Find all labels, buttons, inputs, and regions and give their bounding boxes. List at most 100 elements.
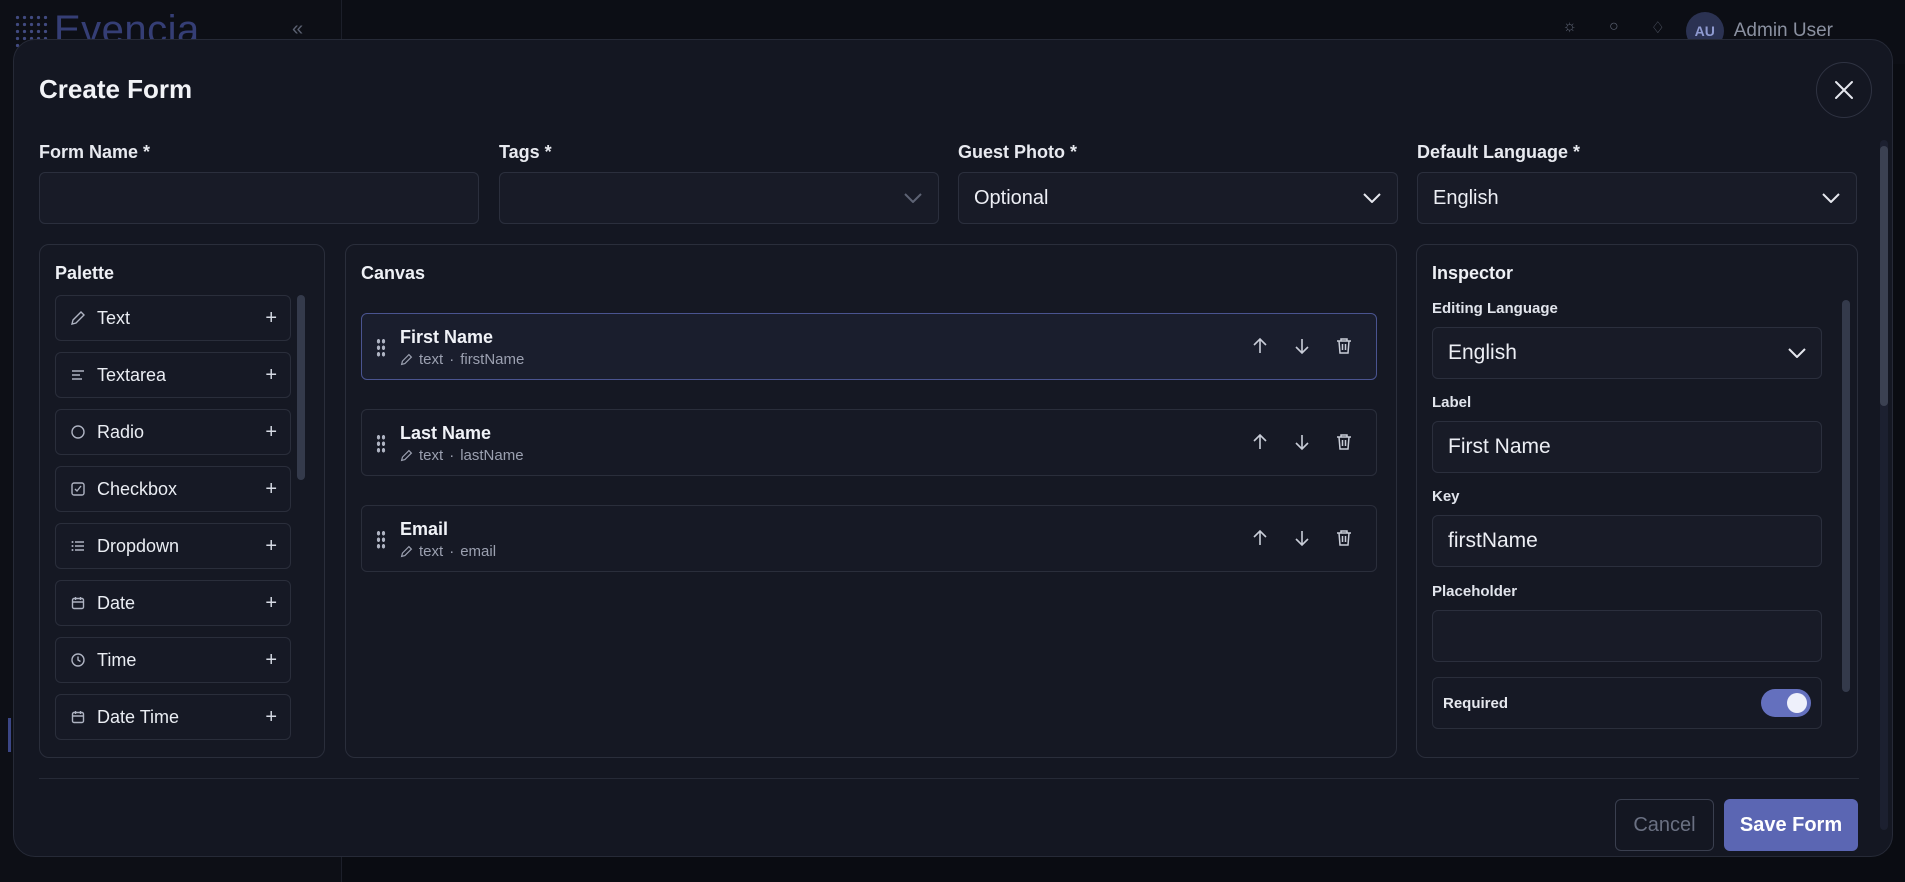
calendar-icon xyxy=(69,708,87,726)
row-key: email xyxy=(460,543,497,560)
row-actions xyxy=(1250,336,1354,356)
move-down-icon[interactable] xyxy=(1292,432,1312,452)
canvas-row-first-name[interactable]: First Name text · firstName xyxy=(361,313,1377,380)
palette-item-label: Date xyxy=(97,592,136,613)
close-button[interactable] xyxy=(1816,62,1872,118)
plus-icon[interactable]: + xyxy=(265,649,277,672)
palette-item-checkbox[interactable]: Checkbox + xyxy=(55,466,291,512)
canvas-title: Canvas xyxy=(361,263,426,283)
checkbox-icon xyxy=(69,480,87,498)
label-input[interactable]: First Name xyxy=(1432,421,1822,473)
footer-divider xyxy=(39,778,1859,779)
palette-item-label: Checkbox xyxy=(97,478,178,499)
move-down-icon[interactable] xyxy=(1292,336,1312,356)
guest-photo-value: Optional xyxy=(974,186,1049,209)
required-toggle[interactable] xyxy=(1761,689,1811,717)
plus-icon[interactable]: + xyxy=(265,364,277,387)
collapse-sidebar-icon[interactable]: « xyxy=(292,18,303,41)
row-actions xyxy=(1250,528,1354,548)
move-up-icon[interactable] xyxy=(1250,336,1270,356)
palette-item-label: Radio xyxy=(97,421,145,442)
cancel-button[interactable]: Cancel xyxy=(1615,799,1714,851)
key-field-label: Key xyxy=(1432,488,1460,505)
trash-icon[interactable] xyxy=(1334,432,1354,452)
tags-label: Tags * xyxy=(499,142,552,162)
drag-handle-icon[interactable] xyxy=(376,434,386,454)
row-meta: text · firstName xyxy=(400,351,524,368)
drag-handle-icon[interactable] xyxy=(376,338,386,358)
move-up-icon[interactable] xyxy=(1250,432,1270,452)
row-type: text xyxy=(419,447,444,464)
plus-icon[interactable]: + xyxy=(265,706,277,729)
drag-handle-icon[interactable] xyxy=(376,530,386,550)
row-label: Last Name xyxy=(400,423,492,443)
pencil-icon xyxy=(400,353,413,366)
row-type: text xyxy=(419,351,444,368)
sidebar-active-indicator xyxy=(8,718,11,752)
tags-select[interactable] xyxy=(499,172,939,224)
palette-item-dropdown[interactable]: Dropdown + xyxy=(55,523,291,569)
palette-item-label: Textarea xyxy=(97,364,167,385)
meta-separator: · xyxy=(449,447,455,464)
row-key: firstName xyxy=(460,351,525,368)
guest-photo-select[interactable]: Optional xyxy=(958,172,1398,224)
palette-item-time[interactable]: Time + xyxy=(55,637,291,683)
plus-icon[interactable]: + xyxy=(265,307,277,330)
default-language-select[interactable]: English xyxy=(1417,172,1857,224)
form-name-input[interactable] xyxy=(39,172,479,224)
chevron-down-icon xyxy=(903,188,923,208)
palette-item-textarea[interactable]: Textarea + xyxy=(55,352,291,398)
bell-icon[interactable]: ♢ xyxy=(1651,18,1665,38)
clock-icon xyxy=(69,651,87,669)
inspector-scrollbar[interactable] xyxy=(1842,300,1850,692)
label-value: First Name xyxy=(1448,435,1551,458)
row-actions xyxy=(1250,432,1354,452)
canvas-row-email[interactable]: Email text · email xyxy=(361,505,1377,572)
modal-title: Create Form xyxy=(39,74,193,104)
meta-separator: · xyxy=(449,351,455,368)
plus-icon[interactable]: + xyxy=(265,592,277,615)
guest-photo-label: Guest Photo * xyxy=(958,142,1078,162)
required-row: Required xyxy=(1432,677,1822,729)
plus-icon[interactable]: + xyxy=(265,535,277,558)
row-key: lastName xyxy=(460,447,524,464)
editing-language-value: English xyxy=(1448,341,1517,364)
palette-scrollbar[interactable] xyxy=(297,295,305,480)
palette-item-text[interactable]: Text + xyxy=(55,295,291,341)
trash-icon[interactable] xyxy=(1334,336,1354,356)
key-input[interactable]: firstName xyxy=(1432,515,1822,567)
row-meta: text · lastName xyxy=(400,447,524,464)
palette-panel: Palette Text + Textarea + Radio + Checkb… xyxy=(39,244,325,758)
canvas-row-last-name[interactable]: Last Name text · lastName xyxy=(361,409,1377,476)
row-label: Email xyxy=(400,519,449,539)
theme-sun-icon[interactable]: ☼ xyxy=(1562,18,1577,38)
move-down-icon[interactable] xyxy=(1292,528,1312,548)
topbar-icons: ☼ ○ ♢ xyxy=(1562,18,1665,38)
palette-item-date[interactable]: Date + xyxy=(55,580,291,626)
pencil-icon xyxy=(400,545,413,558)
row-label: First Name xyxy=(400,327,494,347)
chevron-down-icon xyxy=(1362,188,1382,208)
modal-scrollbar[interactable] xyxy=(1880,140,1888,830)
editing-language-select[interactable]: English xyxy=(1432,327,1822,379)
plus-icon[interactable]: + xyxy=(265,421,277,444)
palette-item-radio[interactable]: Radio + xyxy=(55,409,291,455)
palette-item-label: Time xyxy=(97,649,137,670)
editing-language-label: Editing Language xyxy=(1432,300,1558,317)
inspector-panel: Inspector Editing Language English Label… xyxy=(1416,244,1858,758)
move-up-icon[interactable] xyxy=(1250,528,1270,548)
search-icon[interactable]: ○ xyxy=(1609,18,1619,38)
trash-icon[interactable] xyxy=(1334,528,1354,548)
radio-icon xyxy=(69,423,87,441)
plus-icon[interactable]: + xyxy=(265,478,277,501)
modal-scrollbar-thumb[interactable] xyxy=(1880,146,1888,406)
row-meta: text · email xyxy=(400,543,496,560)
list-icon xyxy=(69,537,87,555)
row-type: text xyxy=(419,543,444,560)
palette-item-date-time[interactable]: Date Time + xyxy=(55,694,291,740)
save-form-button[interactable]: Save Form xyxy=(1724,799,1858,851)
placeholder-input[interactable] xyxy=(1432,610,1822,662)
placeholder-field-label: Placeholder xyxy=(1432,583,1518,600)
lines-icon xyxy=(69,366,87,384)
form-name-label: Form Name * xyxy=(39,142,151,162)
